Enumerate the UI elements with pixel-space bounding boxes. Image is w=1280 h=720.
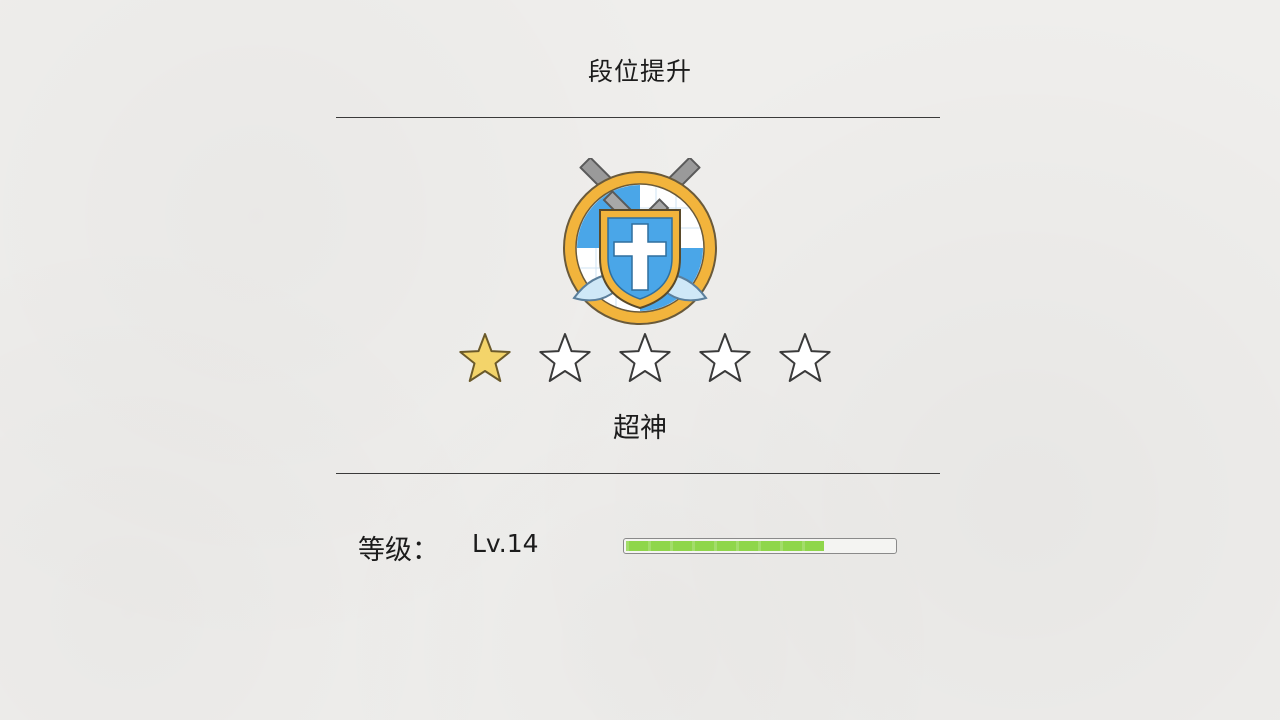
page-title: 段位提升 [587, 57, 692, 86]
star-empty-icon [779, 333, 831, 382]
bottom-divider [336, 473, 940, 474]
star-empty-icon [539, 333, 591, 382]
star-empty-icon [699, 333, 751, 382]
level-progress-bar [623, 538, 897, 554]
rank-name: 超神 [613, 413, 667, 444]
level-value: Lv.14 [472, 529, 539, 558]
star-filled-icon [459, 333, 511, 382]
rank-emblem-icon [556, 156, 724, 328]
rank-stars [459, 333, 831, 382]
level-label: 等级： [358, 535, 439, 566]
top-divider [336, 117, 940, 118]
star-empty-icon [619, 333, 671, 382]
level-progress-fill [626, 541, 825, 551]
